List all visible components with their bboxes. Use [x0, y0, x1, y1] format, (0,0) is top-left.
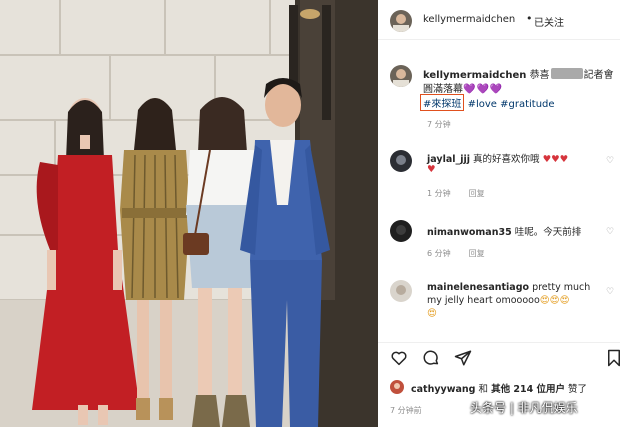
watermark: 头条号 | 非凡侃娱乐: [470, 401, 578, 415]
reply-button[interactable]: 回复: [469, 249, 485, 258]
comment-body: 真的好喜欢你哦: [473, 154, 540, 165]
red-heart-icon: ♥: [427, 164, 436, 175]
photo-illustration: [0, 0, 378, 427]
liker-avatar[interactable]: [390, 380, 404, 394]
avatar-image: [390, 380, 404, 394]
blurred-text: [550, 68, 583, 79]
post-actions-bar: [378, 342, 620, 372]
caption-line-1: kellymermaidchen 恭喜 記者會: [423, 66, 614, 81]
heart-outline-icon[interactable]: [390, 349, 408, 367]
liker-username[interactable]: cathyywang: [411, 384, 475, 395]
comment-like-icon[interactable]: ♡: [606, 227, 614, 237]
commenter-avatar[interactable]: [390, 220, 412, 242]
commenter-avatar[interactable]: [390, 150, 412, 172]
reply-button[interactable]: 回复: [469, 189, 485, 198]
comment-bubble-icon[interactable]: [422, 349, 440, 367]
heart-eyes-emoji-icons: 😍😍😍: [539, 295, 570, 306]
hashtags[interactable]: #love #gratitude: [468, 99, 555, 110]
separator-dot: •: [526, 12, 533, 25]
comment-meta: 6 分钟 回复: [427, 248, 485, 259]
comment-body-continued: my jelly heart omooooo: [427, 295, 540, 306]
red-heart-icons: ♥♥♥: [542, 154, 569, 165]
avatar-image: [390, 65, 412, 87]
avatar-image: [390, 280, 412, 302]
commenter-username[interactable]: mainelenesantiago: [427, 282, 529, 293]
caption-author-avatar[interactable]: [390, 65, 412, 87]
commenter-avatar[interactable]: [390, 280, 412, 302]
comment-timestamp: 6 分钟: [427, 249, 451, 258]
comment-like-icon[interactable]: ♡: [606, 156, 614, 166]
author-avatar[interactable]: [390, 10, 412, 32]
comment-like-icon[interactable]: ♡: [606, 287, 614, 297]
likes-suffix: 赞了: [568, 384, 588, 395]
post-panel: kellymermaidchen • 已关注 kellymermaidchen …: [378, 0, 620, 427]
post-photo[interactable]: [0, 0, 378, 427]
comment-text: mainelenesantiago pretty much: [427, 282, 590, 293]
commenter-username[interactable]: nimanwoman35: [427, 227, 512, 238]
caption-hashtags: #來探班 #love #gratitude: [420, 94, 555, 111]
likes-others-link[interactable]: 其他 214 位用户: [491, 384, 565, 395]
post-header: kellymermaidchen • 已关注: [378, 0, 620, 40]
avatar-image: [390, 220, 412, 242]
post-timestamp: 7 分钟前: [390, 406, 422, 415]
caption-timestamp: 7 分钟: [427, 120, 451, 129]
caption-text: 恭喜: [529, 70, 550, 81]
likes-summary: cathyywang 和 其他 214 位用户 赞了: [411, 381, 587, 395]
caption-line-2: 圓滿落幕💜💜💜: [423, 80, 503, 95]
comment-timestamp: 1 分钟: [427, 189, 451, 198]
bookmark-icon[interactable]: [606, 349, 620, 367]
comment-text: jaylal_jjj 真的好喜欢你哦 ♥♥♥: [427, 151, 568, 165]
paper-plane-icon[interactable]: [454, 349, 472, 367]
highlighted-hashtag[interactable]: #來探班: [420, 94, 465, 111]
comment-text-line2: my jelly heart omooooo😍😍😍: [427, 295, 570, 306]
heart-eyes-emoji-icon: 😍: [427, 308, 437, 319]
avatar-image: [390, 150, 412, 172]
caption-text-continued: 記者會: [583, 70, 614, 81]
author-username[interactable]: kellymermaidchen: [423, 14, 515, 25]
comment-body: pretty much: [532, 282, 591, 293]
avatar-image: [390, 10, 412, 32]
comment-text: nimanwoman35 哇呢。今天前排: [427, 224, 581, 238]
likes-connector: 和: [478, 384, 489, 395]
comment-body: 哇呢。今天前排: [514, 227, 582, 238]
comment-meta: 1 分钟 回复: [427, 188, 485, 199]
following-button[interactable]: 已关注: [534, 14, 564, 29]
